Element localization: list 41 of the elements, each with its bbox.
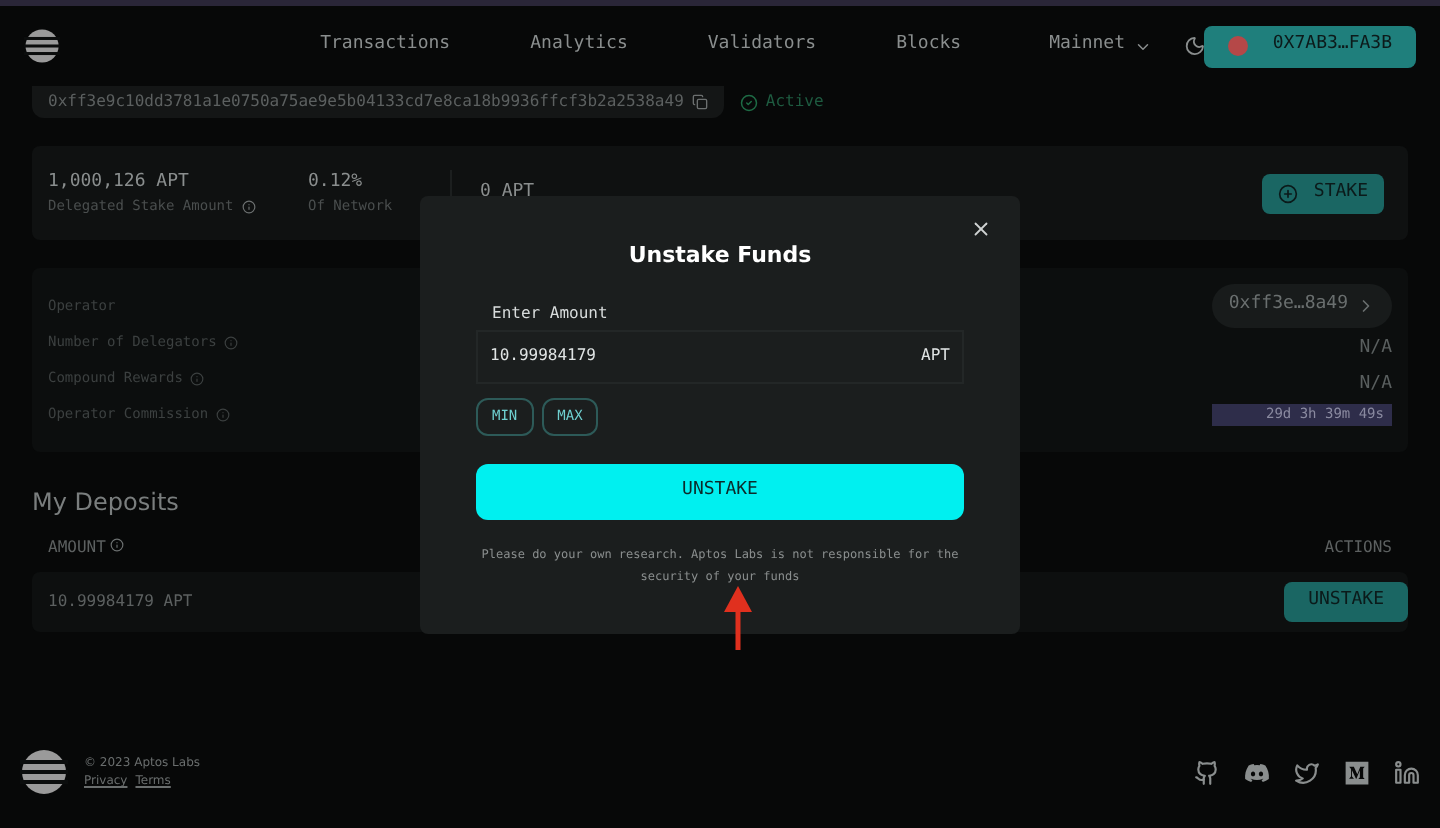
info-icon [241, 199, 256, 214]
amount-field[interactable]: 10.99984179 APT [476, 329, 964, 383]
column-header: ACTIONS [1324, 536, 1392, 560]
info-icon [216, 407, 231, 421]
table-cell: 10.99984179 APT [48, 590, 193, 614]
status-label: Active [765, 90, 824, 114]
medium-icon[interactable] [1344, 759, 1370, 785]
modal-title: Unstake Funds [628, 240, 812, 272]
info-icon [109, 538, 124, 552]
detail-value: N/A [1359, 338, 1392, 358]
section-title: My Deposits [32, 486, 179, 520]
plus-circle-icon [1277, 183, 1298, 203]
nav-link[interactable]: Blocks [896, 32, 962, 60]
check-icon [739, 93, 758, 111]
unstake-submit-button[interactable]: UNSTAKE [476, 463, 964, 519]
stat-value: 0.12% [308, 169, 365, 195]
validator-address: 0xff3e9c10dd3781a1e0750a75ae9e5b04133cd7e8ca18b9936ffcf3b2a2538a49 [48, 90, 684, 114]
wallet-avatar-icon [1228, 36, 1249, 56]
copy-icon[interactable] [691, 94, 708, 110]
theme-toggle-icon[interactable] [1183, 34, 1205, 58]
github-icon[interactable] [1194, 759, 1220, 785]
info-icon [224, 335, 239, 349]
column-header: AMOUNT [48, 536, 106, 560]
annotation-arrow [722, 584, 754, 652]
stat-value: 1,000,126 APT [48, 169, 191, 195]
nav-link[interactable]: Validators [707, 32, 817, 60]
nav-link[interactable]: Transactions [320, 32, 451, 60]
twitter-icon[interactable] [1294, 759, 1320, 785]
network-selector[interactable]: Mainnet [1049, 32, 1152, 60]
discord-icon[interactable] [1244, 759, 1270, 785]
nav-link[interactable]: Analytics [530, 32, 628, 60]
stat-value: 0 APT [480, 179, 535, 206]
field-label: Enter Amount [490, 301, 608, 325]
close-icon[interactable] [970, 218, 992, 240]
logo-icon [24, 26, 61, 66]
detail-value: N/A [1359, 374, 1392, 394]
linkedin-icon[interactable] [1394, 759, 1420, 785]
wallet-button[interactable]: 0X7AB3…FA3B [1204, 25, 1416, 67]
info-icon [190, 371, 205, 385]
operator-address-link[interactable]: 0xff3e…8a49 [1212, 284, 1392, 328]
logo-icon [20, 748, 68, 796]
